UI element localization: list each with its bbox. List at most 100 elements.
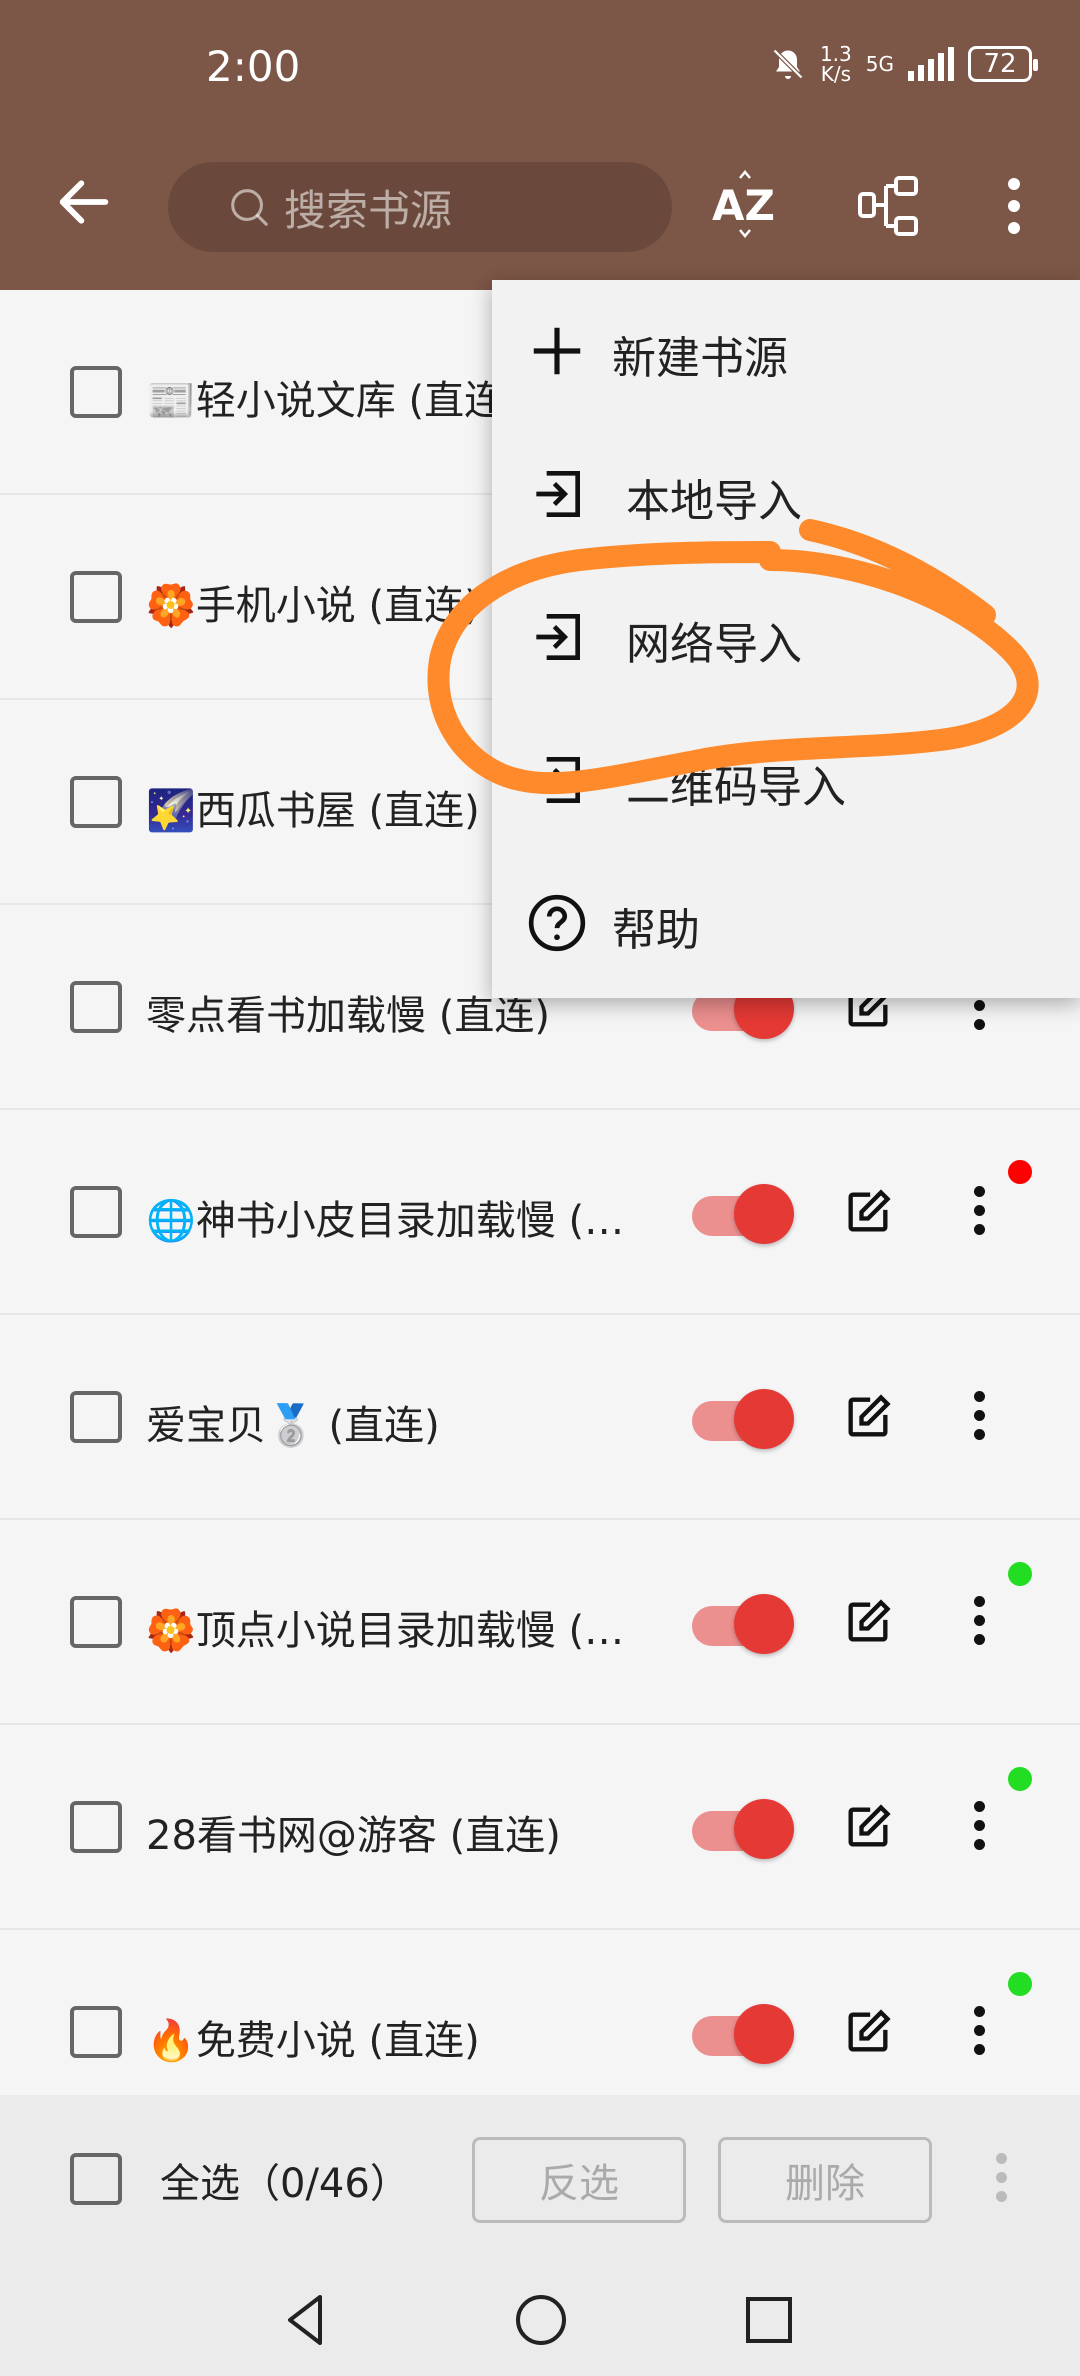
menu-label: 帮助 [612, 905, 700, 956]
checkbox[interactable] [70, 2006, 122, 2058]
net-speed-value: 1.3 [819, 42, 852, 66]
bell-off-icon [772, 48, 804, 80]
source-emoji: 🌠 [146, 788, 196, 834]
tree-icon[interactable] [856, 174, 922, 240]
source-title: 28看书网@游客 (直连) [146, 1803, 561, 1861]
checkbox[interactable] [70, 571, 122, 623]
invert-selection-button[interactable]: 反选 [472, 2137, 686, 2223]
status-icons: 1.3 K/s 5G 72 [770, 44, 1038, 84]
bottom-action-bar: 全选（0/46） 反选 删除 [0, 2095, 1080, 2265]
checkbox[interactable] [70, 776, 122, 828]
plus-icon [533, 327, 581, 375]
sort-label: AZ [712, 181, 775, 230]
battery-icon: 72 [968, 46, 1038, 82]
overflow-menu: 新建书源 本地导入 网络导入 二维码导入 帮助 [492, 280, 1080, 998]
row-more-icon[interactable] [972, 1596, 986, 1652]
signal-type: 5G [865, 52, 894, 76]
enable-toggle[interactable] [692, 1184, 794, 1244]
net-speed-unit: K/s [820, 62, 851, 86]
enable-toggle[interactable] [692, 1389, 794, 1449]
row-more-icon[interactable] [972, 1801, 986, 1857]
status-dot [1008, 1767, 1032, 1791]
status-time: 2:00 [206, 42, 301, 91]
checkbox[interactable] [70, 366, 122, 418]
import-icon [536, 614, 580, 660]
menu-label: 网络导入 [626, 619, 802, 670]
net-speed: 1.3 K/s [820, 44, 852, 84]
edit-icon[interactable] [842, 1596, 894, 1648]
source-title: 🔥免费小说 (直连) [146, 2008, 480, 2066]
source-title-text: 零点看书加载慢 (直连) [146, 993, 550, 1039]
source-title-text: 手机小说 (直连) [195, 583, 480, 629]
select-all-label[interactable]: 全选（0/46） [160, 2151, 410, 2209]
row-more-icon[interactable] [972, 1391, 986, 1447]
menu-item-help[interactable]: 帮助 [492, 852, 1080, 995]
search-input[interactable]: 搜索书源 [168, 162, 672, 252]
source-title-text: 爱宝贝🥈 (直连) [146, 1403, 440, 1449]
source-title: 🏵️顶点小说目录加载慢 (… [146, 1598, 624, 1656]
checkbox[interactable] [70, 981, 122, 1033]
help-circle-icon [528, 894, 586, 952]
source-title-text: 神书小皮目录加载慢 (… [195, 1198, 625, 1244]
search-placeholder: 搜索书源 [284, 185, 453, 235]
square-recents-icon[interactable] [734, 2285, 804, 2355]
checkbox[interactable] [70, 1596, 122, 1648]
edit-icon[interactable] [842, 1186, 894, 1238]
sort-button[interactable]: AZ [710, 170, 780, 240]
sort-az-icon: AZ [712, 170, 775, 238]
menu-label: 新建书源 [612, 333, 788, 384]
battery-level: 72 [983, 49, 1017, 79]
list-item[interactable]: 28看书网@游客 (直连) [0, 1725, 1080, 1930]
list-item[interactable]: 🌐神书小皮目录加载慢 (… [0, 1110, 1080, 1315]
more-vertical-icon[interactable] [1004, 178, 1024, 238]
menu-item-local-import[interactable]: 本地导入 [492, 423, 1080, 566]
source-title: 🌐神书小皮目录加载慢 (… [146, 1188, 624, 1246]
signal-bars-icon [908, 47, 954, 81]
enable-toggle[interactable] [692, 1594, 794, 1654]
menu-item-new-source[interactable]: 新建书源 [492, 280, 1080, 423]
app-bar: 2:00 1.3 K/s 5G 72 搜索书源 AZ [0, 0, 1080, 290]
import-icon [536, 471, 580, 517]
source-title-text: 西瓜书屋 (直连) [195, 788, 480, 834]
source-title: 🌠西瓜书屋 (直连) [146, 778, 480, 836]
bottom-more-icon[interactable] [994, 2153, 1008, 2209]
source-emoji: 🌐 [146, 1198, 196, 1244]
menu-label: 本地导入 [626, 476, 802, 527]
delete-button[interactable]: 删除 [718, 2137, 932, 2223]
source-emoji: 🏵️ [146, 583, 196, 629]
source-title-text: 免费小说 (直连) [195, 2018, 480, 2064]
enable-toggle[interactable] [692, 2004, 794, 2064]
row-more-icon[interactable] [972, 2006, 986, 2062]
menu-item-network-import[interactable]: 网络导入 [492, 566, 1080, 709]
edit-icon[interactable] [842, 1391, 894, 1443]
search-icon [231, 189, 268, 226]
enable-toggle[interactable] [692, 1799, 794, 1859]
edit-icon[interactable] [842, 1801, 894, 1853]
status-dot [1008, 1972, 1032, 1996]
checkbox[interactable] [70, 1801, 122, 1853]
source-title: 零点看书加载慢 (直连) [146, 983, 550, 1041]
checkbox[interactable] [70, 1391, 122, 1443]
source-title-text: 轻小说文库 (直连) [195, 378, 520, 424]
system-nav-bar [0, 2265, 1080, 2376]
list-item[interactable]: 爱宝贝🥈 (直连) [0, 1315, 1080, 1520]
edit-icon[interactable] [842, 2006, 894, 2058]
row-more-icon[interactable] [972, 1186, 986, 1242]
source-title: 🏵️手机小说 (直连) [146, 573, 480, 631]
source-emoji: 🔥 [146, 2018, 196, 2064]
list-item[interactable]: 🏵️顶点小说目录加载慢 (… [0, 1520, 1080, 1725]
source-title: 爱宝贝🥈 (直连) [146, 1393, 440, 1451]
source-title: 📰轻小说文库 (直连) [146, 368, 520, 426]
select-all-checkbox[interactable] [70, 2153, 122, 2205]
status-dot [1008, 1562, 1032, 1586]
checkbox[interactable] [70, 1186, 122, 1238]
status-dot [1008, 1160, 1032, 1184]
source-title-text: 28看书网@游客 (直连) [146, 1813, 561, 1859]
import-icon [536, 757, 580, 803]
source-title-text: 顶点小说目录加载慢 (… [195, 1608, 625, 1654]
triangle-back-icon[interactable] [272, 2285, 342, 2355]
arrow-left-icon[interactable] [52, 170, 116, 234]
circle-home-icon[interactable] [506, 2285, 576, 2355]
source-emoji: 🏵️ [146, 1608, 196, 1654]
menu-item-qr-import[interactable]: 二维码导入 [492, 709, 1080, 852]
